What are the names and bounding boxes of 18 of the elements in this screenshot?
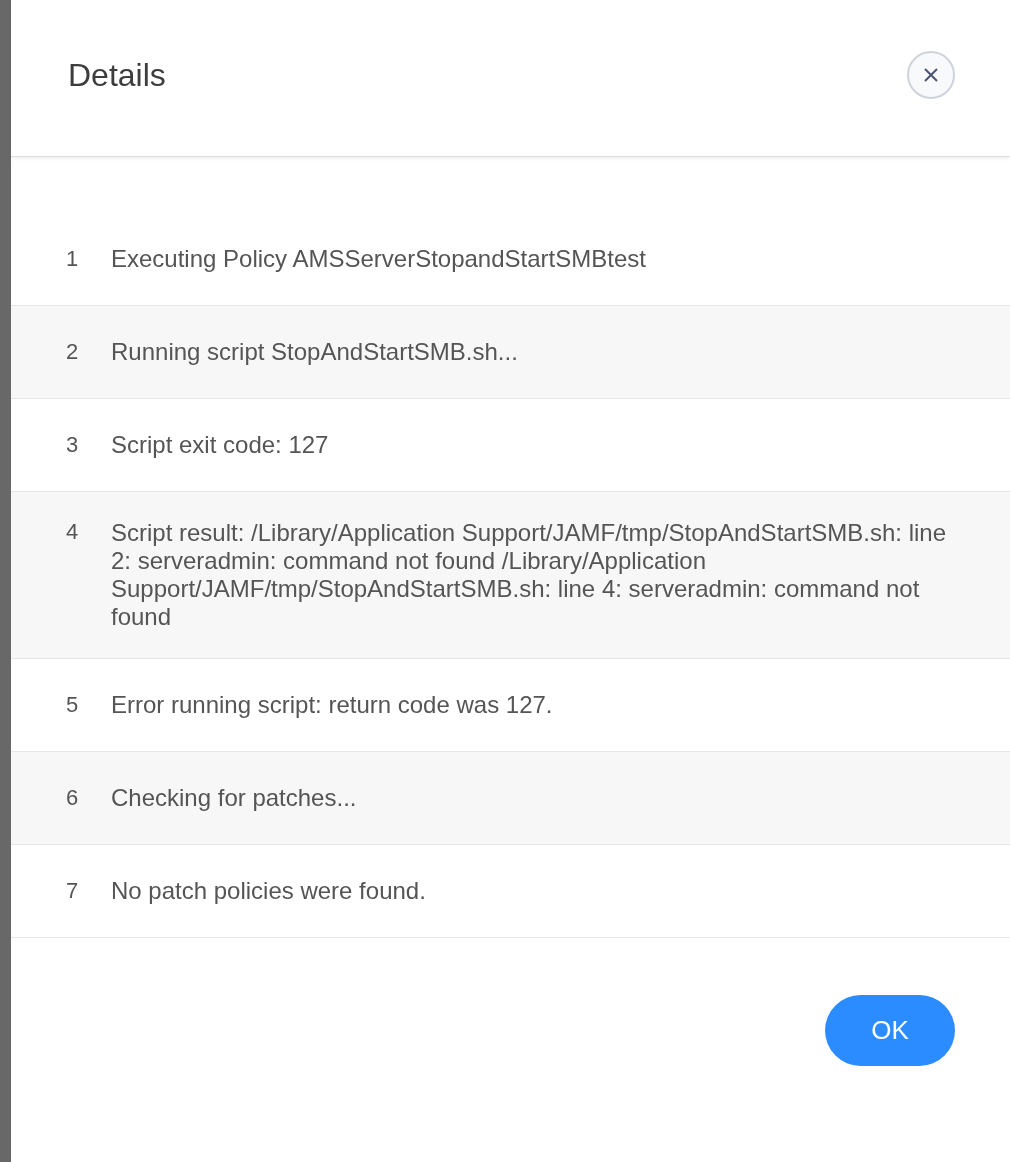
line-number: 6 bbox=[65, 785, 80, 811]
line-number: 3 bbox=[65, 432, 80, 458]
log-message: Checking for patches... bbox=[111, 784, 357, 812]
line-number: 2 bbox=[65, 339, 80, 365]
log-message: Error running script: return code was 127. bbox=[111, 691, 553, 719]
log-message: No patch policies were found. bbox=[111, 877, 426, 905]
log-message: Running script StopAndStartSMB.sh... bbox=[111, 338, 518, 366]
log-message: Script result: /Library/Application Support/JAMF/tmp/StopAndStartSMB.sh: line 2: serveradmin: command not found /Library/Application Support/JAMF/tmp/StopAndStartSMB.sh: line 4: serveradmin: command not found bbox=[111, 519, 948, 631]
line-number: 7 bbox=[65, 878, 80, 904]
log-message: Executing Policy AMSServerStopandStartSMBtest bbox=[111, 244, 646, 273]
dialog-title: Details bbox=[68, 56, 166, 94]
log-message: Script exit code: 127 bbox=[111, 431, 329, 459]
close-button[interactable] bbox=[907, 51, 955, 99]
close-icon bbox=[924, 68, 938, 82]
ok-button[interactable]: OK bbox=[825, 995, 955, 1066]
line-number: 1 bbox=[65, 245, 80, 272]
line-number: 5 bbox=[65, 692, 80, 718]
line-number: 4 bbox=[65, 519, 80, 545]
